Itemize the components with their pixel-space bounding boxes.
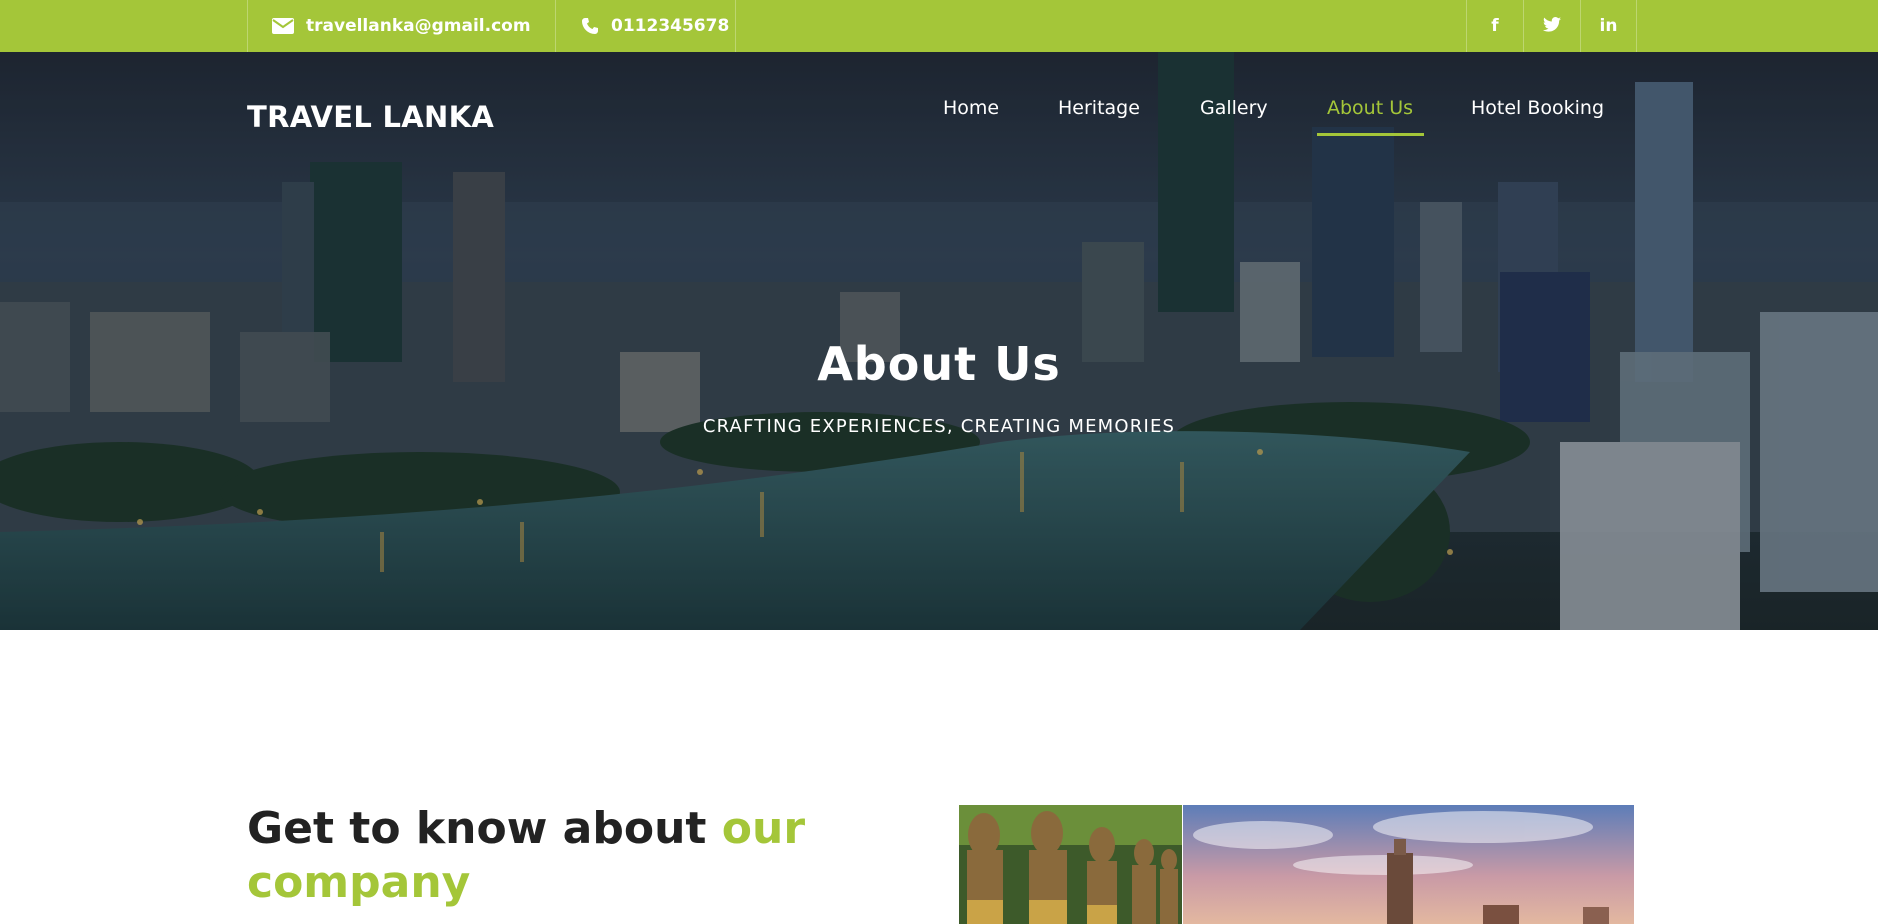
linkedin-icon: in <box>1599 16 1618 36</box>
nav-active-indicator <box>1317 133 1424 136</box>
about-heading: Get to know about our company <box>247 802 807 910</box>
page-title: About Us <box>817 337 1061 391</box>
twitter-link[interactable] <box>1523 0 1580 52</box>
nav-gallery[interactable]: Gallery <box>1200 97 1268 119</box>
contact-phone[interactable]: 0112345678 <box>555 0 736 52</box>
linkedin-link[interactable]: in <box>1580 0 1637 52</box>
about-heading-main: Get to know about <box>247 803 722 854</box>
facebook-link[interactable]: f <box>1466 0 1523 52</box>
nav-heritage[interactable]: Heritage <box>1058 97 1140 119</box>
buddha-statues-image <box>959 805 1182 924</box>
hero-banner: TRAVEL LANKA Home Heritage Gallery About… <box>0 52 1878 630</box>
phone-icon <box>581 17 599 35</box>
page-subtitle: CRAFTING EXPERIENCES, CREATING MEMORIES <box>702 416 1176 437</box>
nav-hotel-booking[interactable]: Hotel Booking <box>1471 97 1604 119</box>
site-logo[interactable]: TRAVEL LANKA <box>247 100 494 134</box>
contact-email[interactable]: travellanka@gmail.com <box>247 0 555 52</box>
top-bar: travellanka@gmail.com 0112345678 f in <box>0 0 1878 52</box>
nav-about-us[interactable]: About Us <box>1327 97 1413 119</box>
facebook-icon: f <box>1491 16 1499 36</box>
twitter-icon <box>1543 16 1561 36</box>
email-text: travellanka@gmail.com <box>306 16 531 36</box>
nav-home[interactable]: Home <box>943 97 999 119</box>
phone-text: 0112345678 <box>611 16 730 36</box>
city-tower-image <box>1183 805 1634 924</box>
envelope-icon <box>272 18 294 34</box>
